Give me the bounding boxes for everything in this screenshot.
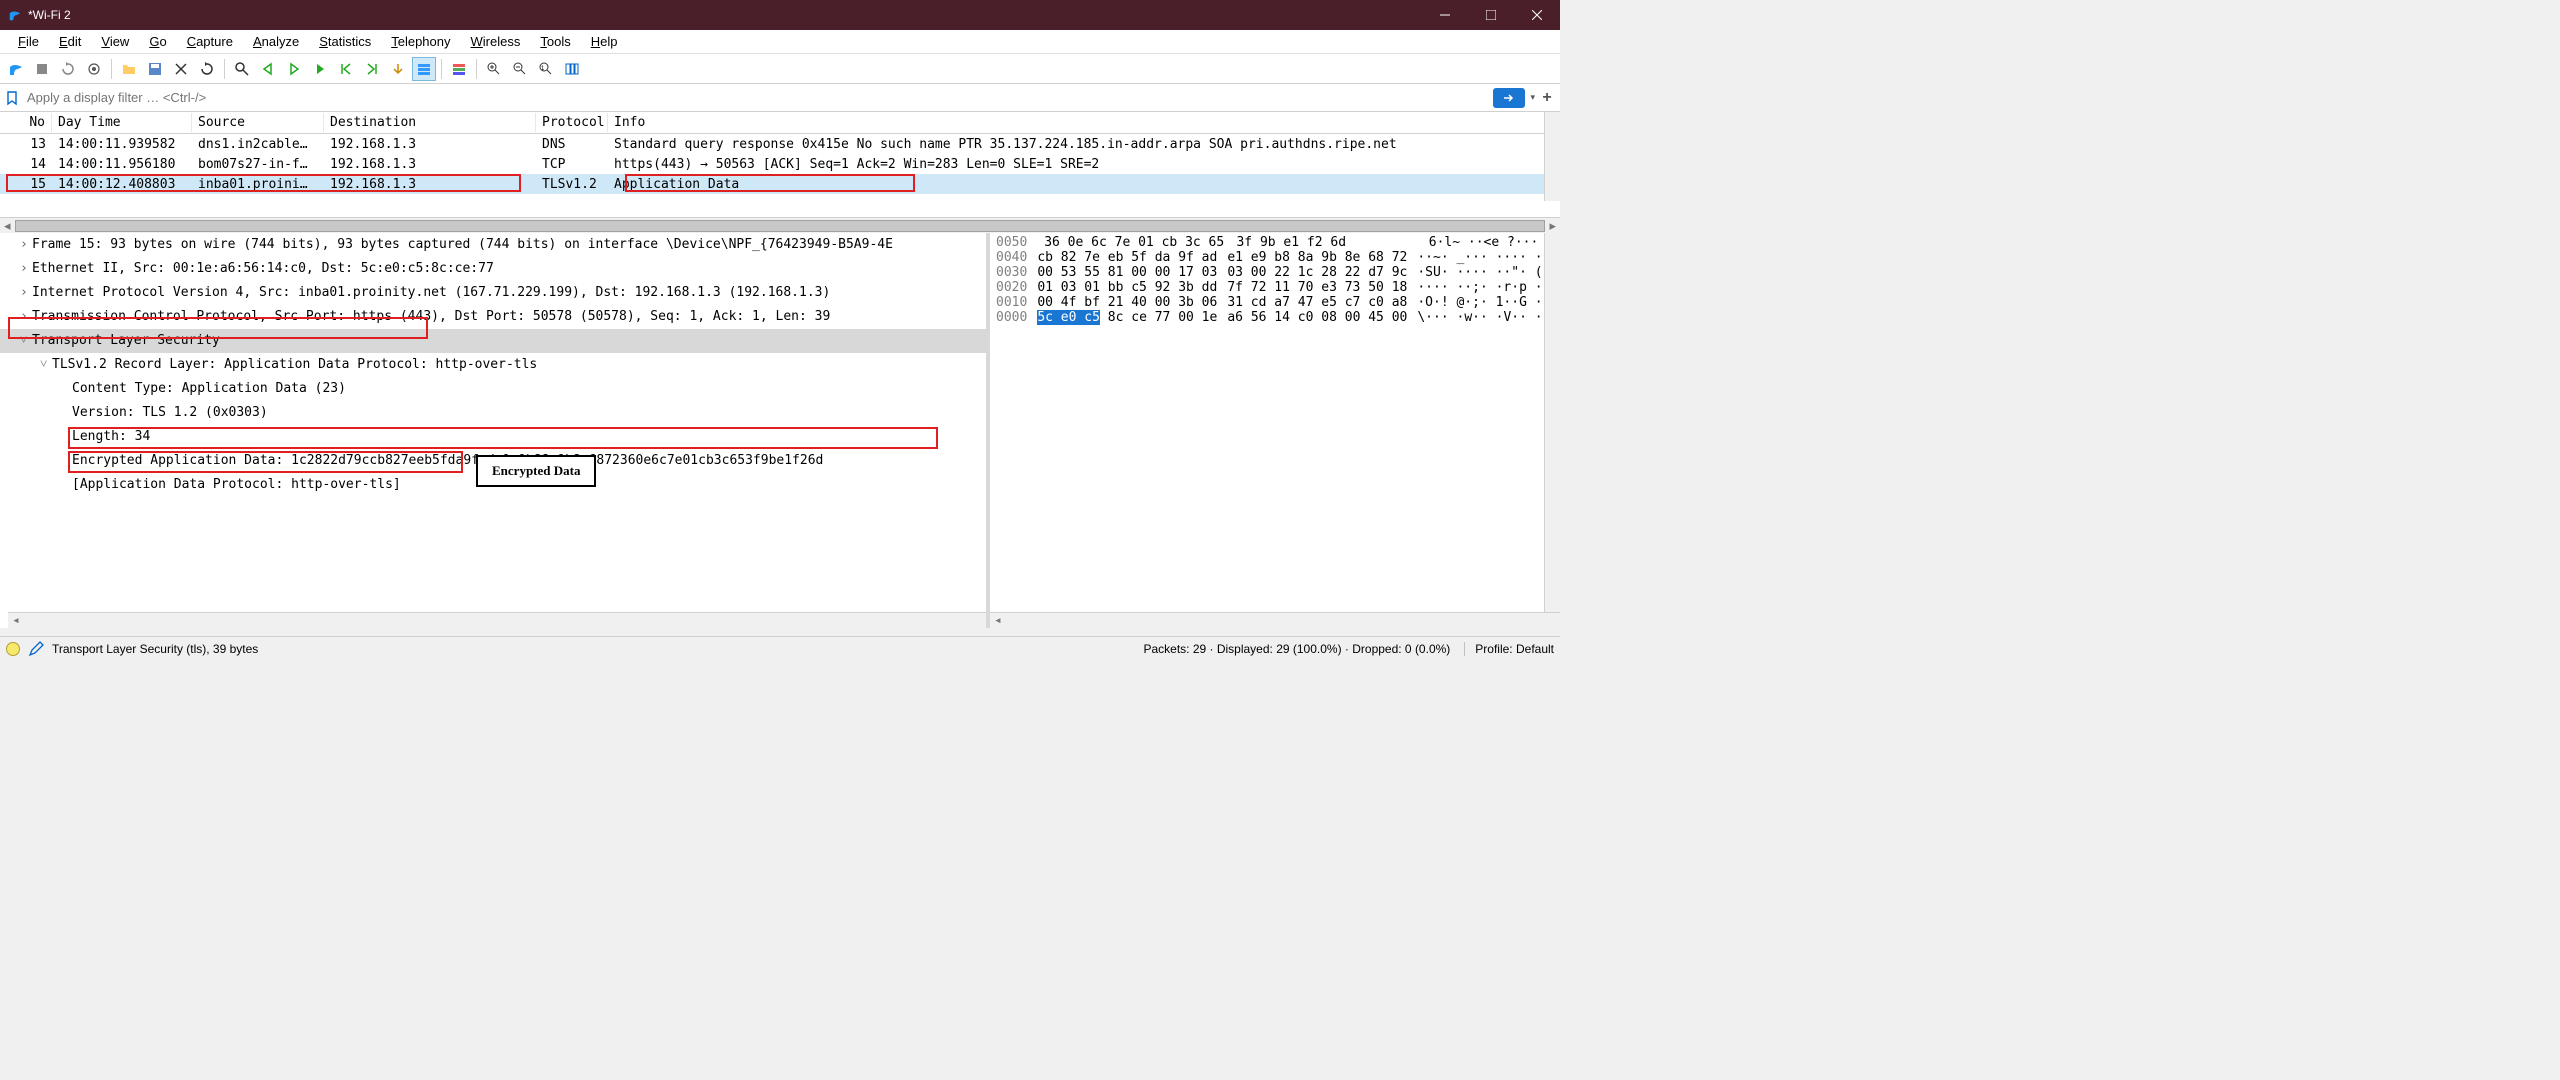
menu-analyze[interactable]: Analyze	[243, 32, 309, 51]
column-time[interactable]: Day Time	[52, 113, 192, 132]
packet-list-pane[interactable]: No Day Time Source Destination Protocol …	[0, 112, 1560, 217]
column-no[interactable]: No	[0, 113, 52, 132]
stop-capture-icon[interactable]	[30, 57, 54, 81]
packet-row[interactable]: 1514:00:12.408803inba01.proini…192.168.1…	[0, 174, 1560, 194]
display-filter-bar: ▾ +	[0, 84, 1560, 112]
menu-tools[interactable]: Tools	[530, 32, 580, 51]
detail-line[interactable]: Content Type: Application Data (23)	[0, 377, 986, 401]
horizontal-scrollbar[interactable]: ◂ ▸	[0, 217, 1560, 233]
hex-row[interactable]: 00005c e0 c5 8c ce 77 00 1ea6 56 14 c0 0…	[996, 310, 1554, 325]
detail-line[interactable]: ˅Transport Layer Security	[0, 329, 986, 353]
capture-options-icon[interactable]	[82, 57, 106, 81]
details-scrollbar[interactable]: ◂	[8, 612, 986, 628]
status-stats: Packets: 29 · Displayed: 29 (100.0%) · D…	[1143, 642, 1450, 656]
detail-line[interactable]: ›Frame 15: 93 bytes on wire (744 bits), …	[0, 233, 986, 257]
detail-line[interactable]: Version: TLS 1.2 (0x0303)	[0, 401, 986, 425]
detail-line[interactable]: ›Internet Protocol Version 4, Src: inba0…	[0, 281, 986, 305]
add-filter-button[interactable]: +	[1538, 89, 1556, 107]
close-button[interactable]	[1514, 0, 1560, 30]
packet-details-pane[interactable]: ›Frame 15: 93 bytes on wire (744 bits), …	[0, 233, 990, 628]
menu-view[interactable]: View	[91, 32, 139, 51]
go-forward-icon[interactable]	[282, 57, 306, 81]
go-back-icon[interactable]	[256, 57, 280, 81]
menu-go[interactable]: Go	[139, 32, 176, 51]
reload-icon[interactable]	[195, 57, 219, 81]
column-protocol[interactable]: Protocol	[536, 113, 608, 132]
status-text: Transport Layer Security (tls), 39 bytes	[52, 642, 1143, 656]
status-profile[interactable]: Profile: Default	[1464, 642, 1554, 656]
main-toolbar: 1	[0, 54, 1560, 84]
detail-line[interactable]: ˅TLSv1.2 Record Layer: Application Data …	[0, 353, 986, 377]
menu-wireless[interactable]: Wireless	[461, 32, 531, 51]
apply-filter-button[interactable]	[1493, 88, 1525, 108]
zoom-reset-icon[interactable]: 1	[534, 57, 558, 81]
expert-info-icon[interactable]	[6, 642, 20, 656]
wireshark-icon	[8, 8, 22, 22]
window-title: *Wi-Fi 2	[28, 8, 71, 22]
save-file-icon[interactable]	[143, 57, 167, 81]
close-file-icon[interactable]	[169, 57, 193, 81]
detail-line[interactable]: Length: 34	[0, 425, 986, 449]
menu-statistics[interactable]: Statistics	[309, 32, 381, 51]
minimize-button[interactable]	[1422, 0, 1468, 30]
bookmark-filter-icon[interactable]	[4, 90, 20, 106]
menu-file[interactable]: File	[8, 32, 49, 51]
filter-dropdown-icon[interactable]: ▾	[1527, 92, 1538, 103]
menu-telephony[interactable]: Telephony	[381, 32, 460, 51]
packet-list-scrollbar[interactable]	[1544, 112, 1560, 201]
column-info[interactable]: Info	[608, 113, 1560, 132]
hex-scrollbar[interactable]	[1544, 233, 1560, 612]
colorize-icon[interactable]	[412, 57, 436, 81]
open-file-icon[interactable]	[117, 57, 141, 81]
start-capture-icon[interactable]	[4, 57, 28, 81]
maximize-button[interactable]	[1468, 0, 1514, 30]
go-first-icon[interactable]	[334, 57, 358, 81]
hex-row[interactable]: 002001 03 01 bb c5 92 3b dd7f 72 11 70 e…	[996, 280, 1554, 295]
column-source[interactable]: Source	[192, 113, 324, 132]
hex-row[interactable]: 003000 53 55 81 00 00 17 0303 00 22 1c 2…	[996, 265, 1554, 280]
go-last-icon[interactable]	[360, 57, 384, 81]
autoscroll-icon[interactable]	[386, 57, 410, 81]
packet-row[interactable]: 1314:00:11.939582dns1.in2cable…192.168.1…	[0, 134, 1560, 154]
packet-row[interactable]: 1414:00:11.956180bom07s27-in-f…192.168.1…	[0, 154, 1560, 174]
detail-line[interactable]: ›Transmission Control Protocol, Src Port…	[0, 305, 986, 329]
hex-h-scrollbar[interactable]: ◂	[990, 612, 1560, 628]
column-destination[interactable]: Destination	[324, 113, 536, 132]
menu-capture[interactable]: Capture	[177, 32, 243, 51]
hex-row[interactable]: 001000 4f bf 21 40 00 3b 0631 cd a7 47 e…	[996, 295, 1554, 310]
menu-edit[interactable]: Edit	[49, 32, 91, 51]
annotation-label: Encrypted Data	[476, 455, 596, 487]
packet-bytes-pane[interactable]: 005036 0e 6c 7e 01 cb 3c 653f 9b e1 f2 6…	[990, 233, 1560, 628]
edit-comment-icon[interactable]	[28, 641, 44, 657]
display-filter-input[interactable]	[24, 87, 1493, 108]
jump-packet-icon[interactable]	[308, 57, 332, 81]
hex-row[interactable]: 0040cb 82 7e eb 5f da 9f ade1 e9 b8 8a 9…	[996, 250, 1554, 265]
hex-row[interactable]: 005036 0e 6c 7e 01 cb 3c 653f 9b e1 f2 6…	[996, 235, 1554, 250]
detail-line[interactable]: ›Ethernet II, Src: 00:1e:a6:56:14:c0, Ds…	[0, 257, 986, 281]
packet-list-header[interactable]: No Day Time Source Destination Protocol …	[0, 112, 1560, 134]
coloring-rules-icon[interactable]	[447, 57, 471, 81]
zoom-in-icon[interactable]	[482, 57, 506, 81]
status-bar: Transport Layer Security (tls), 39 bytes…	[0, 636, 1560, 660]
zoom-out-icon[interactable]	[508, 57, 532, 81]
restart-capture-icon[interactable]	[56, 57, 80, 81]
menu-help[interactable]: Help	[581, 32, 628, 51]
find-packet-icon[interactable]	[230, 57, 254, 81]
title-bar: *Wi-Fi 2	[0, 0, 1560, 30]
menu-bar: FileEditViewGoCaptureAnalyzeStatisticsTe…	[0, 30, 1560, 54]
resize-columns-icon[interactable]	[560, 57, 584, 81]
